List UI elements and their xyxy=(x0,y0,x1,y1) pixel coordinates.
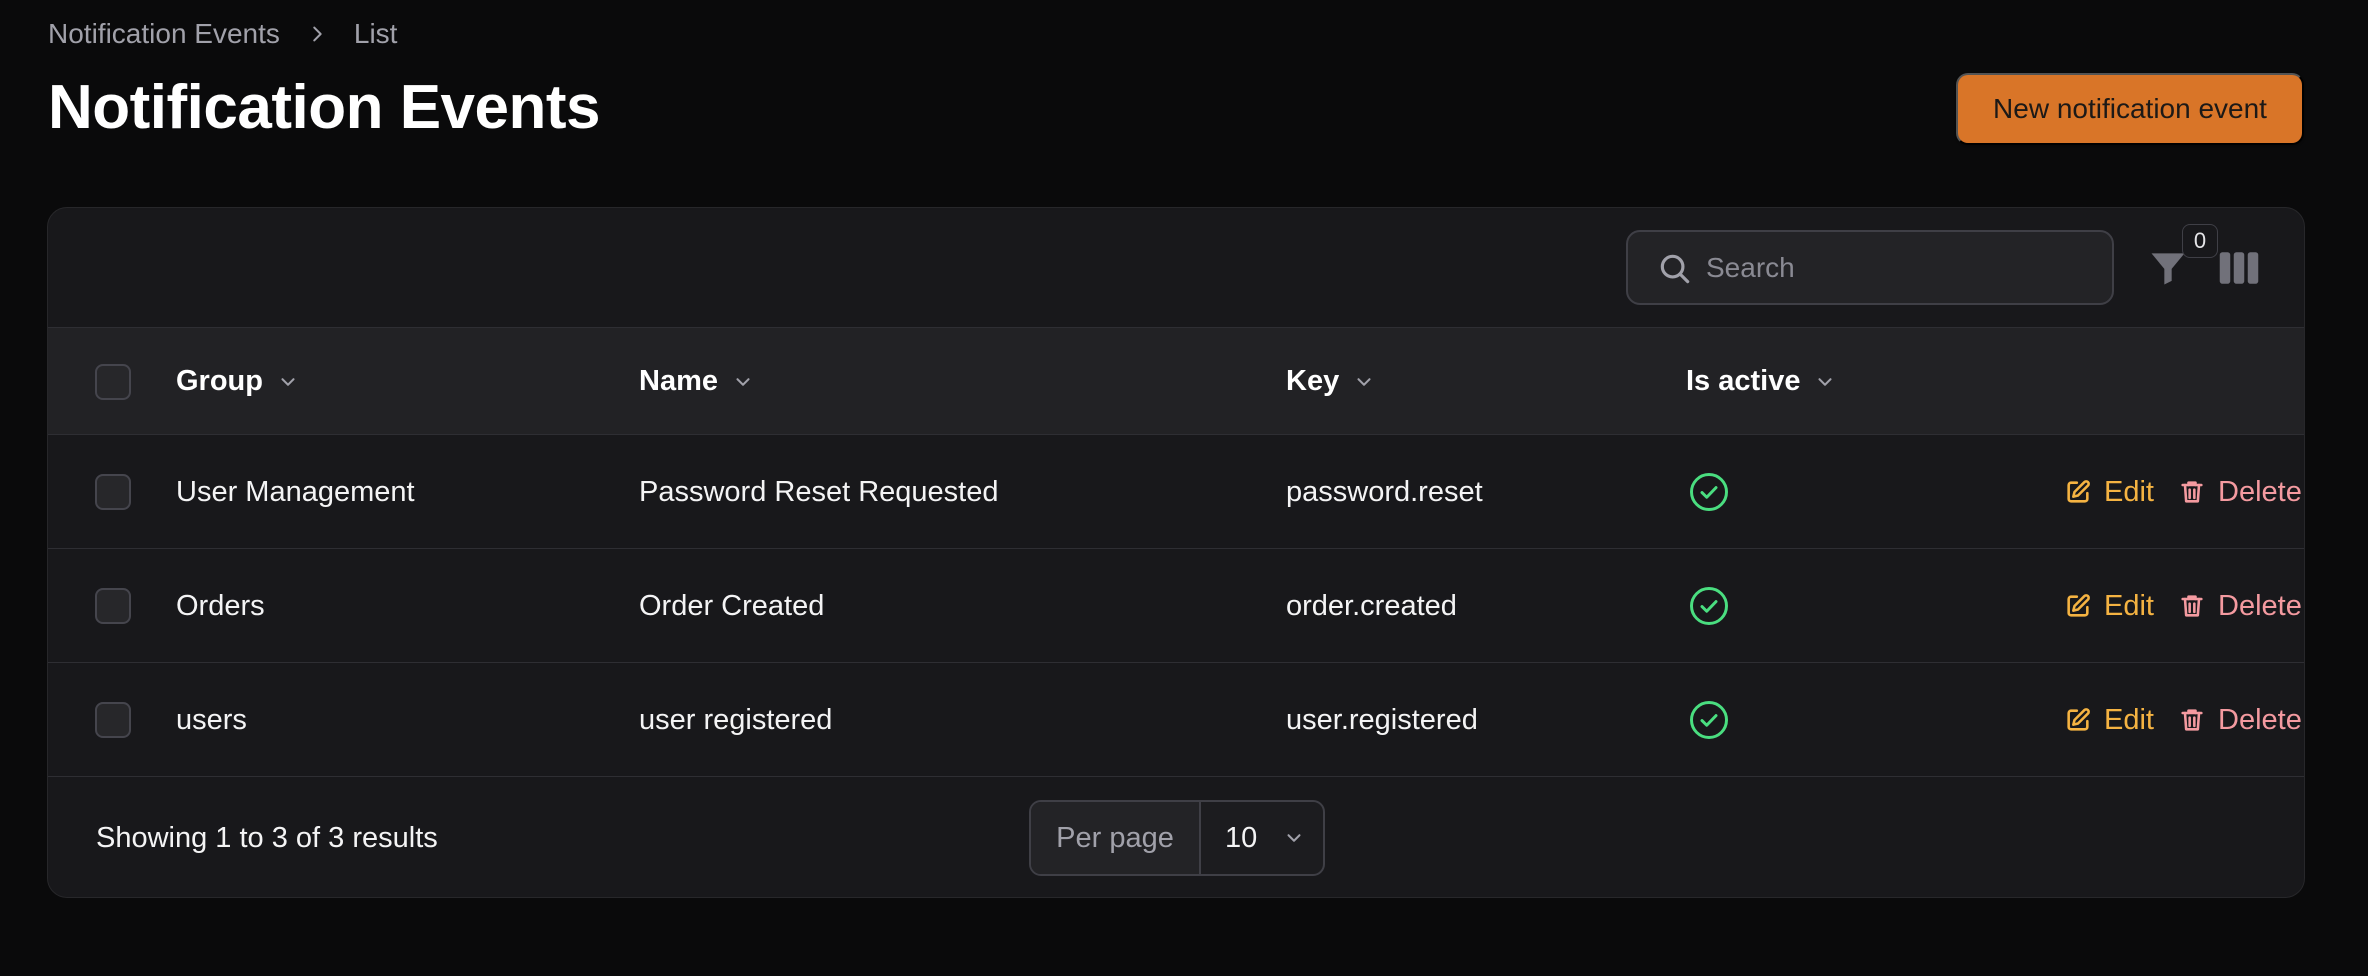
delete-button[interactable]: Delete xyxy=(2178,663,2302,777)
column-header-group[interactable]: Group xyxy=(176,328,299,435)
per-page-value: 10 xyxy=(1225,821,1258,854)
column-header-key[interactable]: Key xyxy=(1286,328,1375,435)
breadcrumb: Notification Events List xyxy=(48,18,397,50)
column-header-name[interactable]: Name xyxy=(639,328,754,435)
chevron-down-icon xyxy=(736,377,750,386)
delete-button[interactable]: Delete xyxy=(2178,549,2302,663)
breadcrumb-link-notification-events[interactable]: Notification Events xyxy=(48,18,280,50)
table-header: Group Name Key Is active xyxy=(48,328,2304,435)
column-header-label: Is active xyxy=(1686,365,1801,397)
table-footer: Showing 1 to 3 of 3 results Per page 10 xyxy=(48,777,2304,897)
cell-group: User Management xyxy=(176,475,415,508)
row-checkbox[interactable] xyxy=(95,588,131,624)
delete-button[interactable]: Delete xyxy=(2178,435,2302,549)
edit-label: Edit xyxy=(2104,475,2154,508)
per-page-select[interactable]: Per page 10 xyxy=(1029,800,1325,876)
search-icon xyxy=(1656,250,1694,288)
chevron-down-icon xyxy=(1357,377,1371,386)
search-box[interactable] xyxy=(1626,230,2114,305)
columns-icon[interactable] xyxy=(2218,248,2260,288)
filter-count-badge: 0 xyxy=(2182,224,2218,258)
chevron-down-icon xyxy=(281,377,295,386)
delete-label: Delete xyxy=(2218,589,2302,622)
edit-button[interactable]: Edit xyxy=(2064,663,2154,777)
page: Notification Events List Notification Ev… xyxy=(0,0,2368,976)
delete-label: Delete xyxy=(2218,703,2302,736)
pagination-summary: Showing 1 to 3 of 3 results xyxy=(96,821,438,854)
chevron-right-icon xyxy=(280,23,354,45)
check-circle-icon xyxy=(1690,473,1728,511)
pencil-square-icon xyxy=(2067,708,2090,731)
cell-key: user.registered xyxy=(1286,703,1478,736)
chevron-down-icon xyxy=(1287,834,1301,842)
per-page-label: Per page xyxy=(1031,802,1201,874)
cell-group: Orders xyxy=(176,589,265,622)
cell-name: Password Reset Requested xyxy=(639,475,999,508)
trash-icon xyxy=(2181,709,2203,731)
cell-name: user registered xyxy=(639,703,833,736)
column-header-label: Key xyxy=(1286,365,1340,397)
new-notification-event-button[interactable]: New notification event xyxy=(1956,73,2304,145)
chevron-down-icon xyxy=(1818,377,1832,386)
pencil-square-icon xyxy=(2067,480,2090,503)
trash-icon xyxy=(2181,481,2203,503)
column-header-label: Name xyxy=(639,365,718,397)
edit-label: Edit xyxy=(2104,703,2154,736)
table-toolbar: 0 xyxy=(48,208,2304,328)
column-header-label: Group xyxy=(176,365,263,397)
check-circle-icon xyxy=(1690,701,1728,739)
column-header-is-active[interactable]: Is active xyxy=(1686,328,1836,435)
table-card: 0 Group Name Key Is active xyxy=(47,207,2305,898)
edit-button[interactable]: Edit xyxy=(2064,549,2154,663)
select-all-checkbox[interactable] xyxy=(95,364,131,400)
pencil-square-icon xyxy=(2067,594,2090,617)
search-input[interactable] xyxy=(1706,232,2096,303)
edit-label: Edit xyxy=(2104,589,2154,622)
page-title: Notification Events xyxy=(48,73,601,142)
table-row[interactable]: User Management Password Reset Requested… xyxy=(48,435,2304,549)
row-checkbox[interactable] xyxy=(95,702,131,738)
breadcrumb-current: List xyxy=(353,18,398,49)
cell-key: password.reset xyxy=(1286,475,1483,508)
check-circle-icon xyxy=(1690,587,1728,625)
row-checkbox[interactable] xyxy=(95,474,131,510)
table-row[interactable]: users user registered user.registered Ed… xyxy=(48,663,2304,777)
per-page-dropdown[interactable]: 10 xyxy=(1201,802,1323,874)
edit-button[interactable]: Edit xyxy=(2064,435,2154,549)
trash-icon xyxy=(2181,595,2203,617)
cell-name: Order Created xyxy=(639,589,825,622)
table-row[interactable]: Orders Order Created order.created Edit … xyxy=(48,549,2304,663)
cell-key: order.created xyxy=(1286,589,1457,622)
cell-group: users xyxy=(176,703,247,736)
delete-label: Delete xyxy=(2218,475,2302,508)
